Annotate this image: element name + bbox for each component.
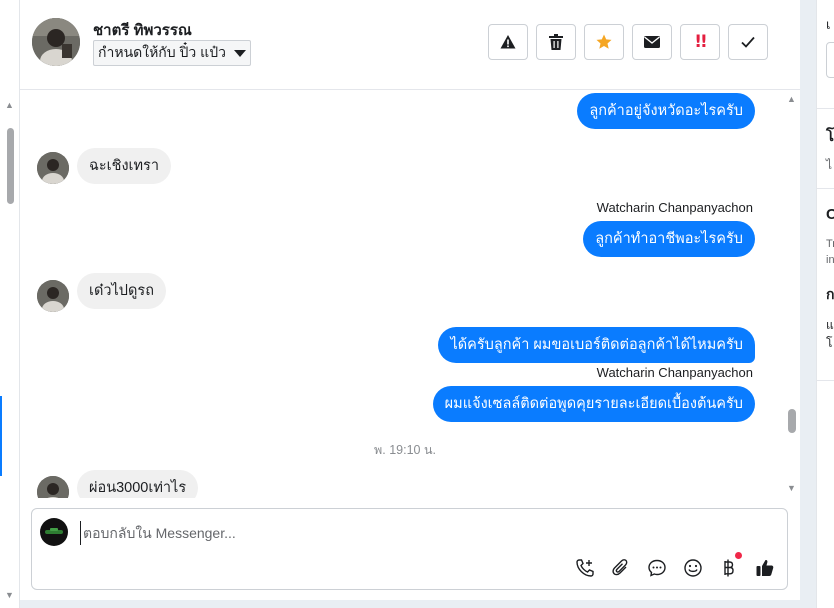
mark-unread-button[interactable] bbox=[632, 24, 672, 60]
panel-heading: C bbox=[826, 206, 834, 223]
divider bbox=[817, 108, 834, 109]
contact-name[interactable]: ชาตรี ทิพวรรณ bbox=[93, 18, 192, 42]
report-spam-button[interactable] bbox=[488, 24, 528, 60]
message-bubble-incoming[interactable]: ผ่อน3000เท่าไร bbox=[77, 470, 199, 498]
assign-dropdown[interactable]: กำหนดให้กับ ปิ๋ว แป๋ว bbox=[93, 40, 251, 66]
selected-indicator bbox=[0, 396, 2, 476]
panel-text: ไ bbox=[826, 158, 833, 172]
chat-panel: ชาตรี ทิพวรรณ กำหนดให้กับ ปิ๋ว แป๋ว !! ▲… bbox=[20, 0, 800, 600]
star-icon bbox=[596, 34, 612, 49]
message-bubble-incoming[interactable]: เด๋วไปดูรถ bbox=[77, 273, 166, 309]
panel-input[interactable] bbox=[826, 42, 834, 78]
emoji-icon[interactable] bbox=[682, 557, 704, 579]
saved-reply-icon[interactable] bbox=[646, 557, 668, 579]
reply-input[interactable] bbox=[80, 521, 720, 545]
paperclip-icon[interactable] bbox=[610, 557, 632, 579]
contact-avatar[interactable] bbox=[32, 18, 80, 66]
chevron-down-icon bbox=[233, 49, 246, 57]
page-scrollbar[interactable]: ▲ ▼ bbox=[0, 0, 20, 608]
phone-add-icon[interactable] bbox=[574, 557, 596, 579]
message-list[interactable]: ▲ ▼ ลูกค้าอยู่จังหวัดอะไรครับ ฉะเชิงเทรา… bbox=[20, 90, 800, 498]
sender-name: Watcharin Chanpanyachon bbox=[596, 365, 753, 380]
notification-dot bbox=[735, 552, 742, 559]
envelope-icon bbox=[644, 36, 660, 48]
scroll-up-arrow-icon[interactable]: ▲ bbox=[5, 100, 14, 110]
checkmark-icon bbox=[741, 36, 755, 48]
panel-heading: โ bbox=[826, 128, 834, 145]
page-scrollbar-thumb[interactable] bbox=[7, 128, 14, 204]
contact-avatar-small bbox=[37, 476, 69, 498]
double-exclamation-icon: !! bbox=[694, 32, 707, 52]
divider bbox=[817, 380, 834, 381]
important-button[interactable]: !! bbox=[680, 24, 720, 60]
contact-details-panel: เ โ ไ C Tr in ก แ โ bbox=[816, 0, 834, 608]
sender-name: Watcharin Chanpanyachon bbox=[596, 200, 753, 215]
panel-text: แ bbox=[826, 318, 834, 332]
chat-header: ชาตรี ทิพวรรณ กำหนดให้กับ ปิ๋ว แป๋ว !! bbox=[20, 0, 800, 90]
page-avatar bbox=[40, 518, 68, 546]
scroll-down-arrow-icon[interactable]: ▼ bbox=[5, 590, 14, 600]
panel-text: Tr bbox=[826, 238, 834, 250]
message-bubble-outgoing[interactable]: ลูกค้าอยู่จังหวัดอะไรครับ bbox=[577, 93, 755, 129]
message-bubble-outgoing[interactable]: ได้ครับลูกค้า ผมขอเบอร์ติดต่อลูกค้าได้ไห… bbox=[438, 327, 755, 363]
message-timestamp: พ. 19:10 น. bbox=[374, 443, 436, 457]
scroll-down-arrow-icon[interactable]: ▼ bbox=[787, 483, 796, 493]
message-scrollbar-thumb[interactable] bbox=[788, 409, 796, 433]
contact-avatar-small bbox=[37, 152, 69, 184]
warning-icon bbox=[500, 35, 516, 49]
delete-button[interactable] bbox=[536, 24, 576, 60]
scroll-up-arrow-icon[interactable]: ▲ bbox=[787, 94, 796, 104]
thumbs-up-icon[interactable] bbox=[754, 557, 776, 579]
panel-heading: ก bbox=[826, 286, 834, 302]
divider bbox=[817, 188, 834, 189]
mark-done-button[interactable] bbox=[728, 24, 768, 60]
bottom-edge bbox=[20, 600, 816, 608]
reply-composer bbox=[31, 508, 788, 590]
assign-label: กำหนดให้กับ ปิ๋ว แป๋ว bbox=[98, 44, 226, 60]
trash-icon bbox=[549, 34, 563, 50]
contact-avatar-small bbox=[37, 280, 69, 312]
message-bubble-incoming[interactable]: ฉะเชิงเทรา bbox=[77, 148, 171, 184]
message-bubble-outgoing[interactable]: ลูกค้าทำอาชีพอะไรครับ bbox=[583, 221, 755, 257]
panel-text: in bbox=[826, 254, 834, 266]
panel-text: เ bbox=[826, 17, 831, 32]
panel-text: โ bbox=[826, 336, 833, 350]
baht-payment-icon[interactable] bbox=[718, 557, 740, 579]
star-button[interactable] bbox=[584, 24, 624, 60]
message-bubble-outgoing[interactable]: ผมแจ้งเซลล์ติดต่อพูดคุยรายละเอียดเบื้องต… bbox=[432, 386, 755, 422]
